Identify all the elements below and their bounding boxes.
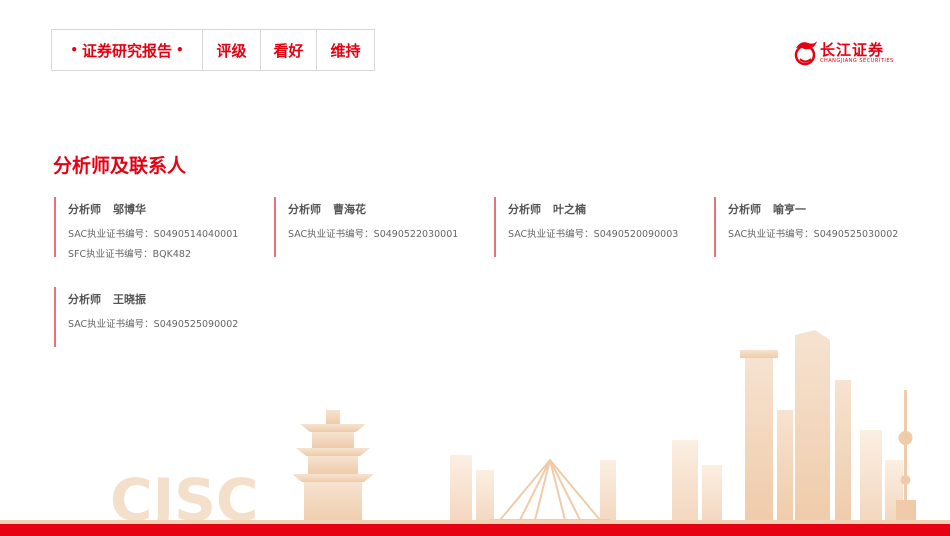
analyst-heading: 分析师 邬博华 [68, 201, 254, 217]
analyst-heading: 分析师 曹海花 [288, 201, 474, 217]
report-header-box: • 证券研究报告 • 评级 看好 维持 [51, 29, 375, 71]
brand-name: 长江证券 [820, 41, 885, 59]
analyst-heading: 分析师 王晓振 [68, 291, 254, 307]
analyst-heading: 分析师 叶之楠 [508, 201, 694, 217]
analyst-role: 分析师 [508, 203, 541, 216]
analyst-name: 邬博华 [113, 203, 146, 216]
analyst-name: 曹海花 [333, 203, 366, 216]
skyscrapers [740, 330, 851, 525]
analyst-card: 分析师 喻亨一 SAC执业证书编号：S0490525030002 [714, 197, 914, 257]
rating-value: 看好 [260, 30, 316, 70]
rating-action: 维持 [316, 30, 374, 70]
dragon-emblem-icon [794, 41, 817, 66]
report-type-label: 证券研究报告 [81, 41, 172, 60]
analyst-card: 分析师 曹海花 SAC执业证书编号：S0490522030001 [274, 197, 474, 257]
analyst-role: 分析师 [288, 203, 321, 216]
analyst-heading: 分析师 喻亨一 [728, 201, 914, 217]
company-logo: 长江证券 CHANGJIANG SECURITIES [792, 38, 900, 68]
pagoda-tower [292, 410, 374, 526]
rating-label: 评级 [202, 30, 260, 70]
brand-english: CHANGJIANG SECURITIES [820, 58, 894, 64]
sac-license: SAC执业证书编号：S0490514040001 [68, 229, 239, 240]
footer-red-bar [0, 524, 950, 536]
bridge [490, 458, 610, 521]
analyst-role: 分析师 [728, 203, 761, 216]
bullet-dot: • [70, 43, 78, 57]
sac-license: SAC执业证书编号：S0490520090003 [508, 229, 679, 240]
sac-license: SAC执业证书编号：S0490525030002 [728, 229, 899, 240]
city-skyline-illustration: CJSC [0, 330, 950, 534]
analyst-card: 分析师 邬博华 SAC执业证书编号：S0490514040001 SFC执业证书编… [54, 197, 254, 260]
analyst-name: 喻亨一 [773, 203, 806, 216]
tv-tower [896, 390, 916, 525]
analyst-name: 王晓振 [113, 293, 146, 306]
sfc-license: SFC执业证书编号：BQK482 [68, 249, 191, 260]
analyst-card: 分析师 叶之楠 SAC执业证书编号：S0490520090003 [494, 197, 694, 257]
analyst-name: 叶之楠 [553, 203, 586, 216]
section-title: 分析师及联系人 [53, 155, 187, 177]
sac-license: SAC执业证书编号：S0490522030001 [288, 229, 459, 240]
analyst-role: 分析师 [68, 203, 101, 216]
bullet-dot: • [176, 43, 184, 57]
report-type-cell: • 证券研究报告 • [52, 30, 202, 70]
analyst-role: 分析师 [68, 293, 101, 306]
